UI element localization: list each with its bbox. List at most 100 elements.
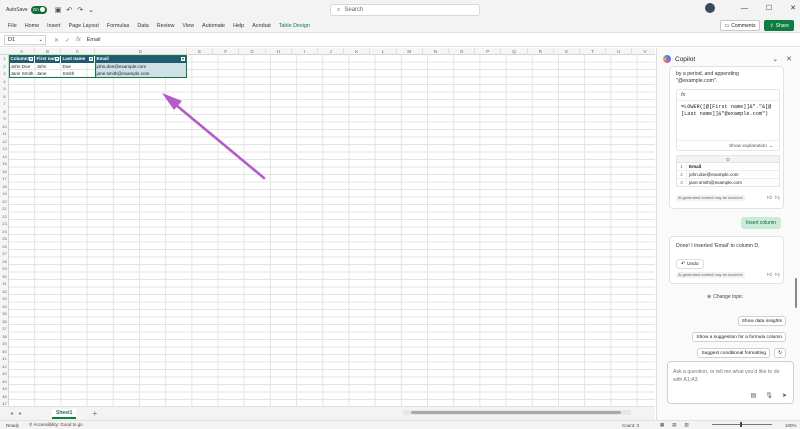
row-header[interactable]: 31: [0, 280, 9, 288]
enter-icon[interactable]: ✓: [65, 37, 70, 44]
tab-help[interactable]: Help: [233, 23, 244, 29]
normal-view-icon[interactable]: ▦: [660, 422, 664, 428]
zoom-level[interactable]: 100%: [785, 423, 797, 428]
row-header[interactable]: 45: [0, 385, 9, 393]
maximize-icon[interactable]: ☐: [766, 4, 772, 12]
row-header[interactable]: 33: [0, 295, 9, 303]
copilot-input[interactable]: Ask a question, or tell me what you'd li…: [667, 361, 794, 404]
sheet-tab[interactable]: Sheet1: [52, 408, 77, 419]
spreadsheet-grid[interactable]: ABCDEFGHIJKLMNOPQRSTUVWXY 12345678910111…: [0, 48, 655, 406]
next-sheet-icon[interactable]: ▸: [19, 410, 22, 417]
row-header[interactable]: 38: [0, 333, 9, 341]
tab-automate[interactable]: Automate: [202, 23, 225, 29]
row-header[interactable]: 20: [0, 198, 9, 206]
column-header[interactable]: C: [61, 48, 95, 55]
microphone-icon[interactable]: 🎙︎: [765, 392, 773, 399]
row-header[interactable]: 16: [0, 168, 9, 176]
share-button[interactable]: ⇪ Share: [764, 20, 794, 31]
refresh-suggestions-icon[interactable]: ↻: [773, 348, 786, 358]
row-header[interactable]: 11: [0, 130, 9, 138]
row-header[interactable]: 3: [0, 70, 9, 78]
panel-scrollbar[interactable]: [795, 278, 797, 308]
save-icon[interactable]: ▣: [55, 6, 62, 14]
accessibility-status[interactable]: ⚲ Accessibility: Good to go: [29, 422, 83, 428]
column-header[interactable]: B: [35, 48, 61, 55]
cell-grid[interactable]: [9, 55, 655, 406]
row-header[interactable]: 29: [0, 265, 9, 273]
cancel-icon[interactable]: ✕: [54, 37, 59, 44]
avatar[interactable]: [704, 3, 715, 13]
row-header[interactable]: 39: [0, 340, 9, 348]
row-header[interactable]: 41: [0, 355, 9, 363]
column-header[interactable]: N: [423, 48, 449, 55]
column-header[interactable]: L: [370, 48, 397, 55]
row-header[interactable]: 46: [0, 393, 9, 401]
undo-icon[interactable]: ↶: [66, 6, 72, 14]
column-header[interactable]: G: [239, 48, 266, 55]
column-header[interactable]: T: [580, 48, 607, 55]
column-header[interactable]: M: [397, 48, 423, 55]
column-header[interactable]: H: [266, 48, 292, 55]
search-box[interactable]: ⌕ Search: [330, 4, 480, 16]
zoom-slider[interactable]: [712, 424, 772, 425]
row-header[interactable]: 30: [0, 273, 9, 281]
row-header[interactable]: 42: [0, 363, 9, 371]
row-header[interactable]: 36: [0, 318, 9, 326]
row-header[interactable]: 1: [0, 55, 9, 63]
column-header[interactable]: R: [528, 48, 554, 55]
thumbs-up-icon[interactable]: 👍︎: [767, 272, 772, 278]
add-sheet-icon[interactable]: +: [92, 409, 97, 418]
chevron-down-icon[interactable]: ⌄: [772, 55, 778, 63]
column-header[interactable]: D: [95, 48, 187, 55]
row-header[interactable]: 23: [0, 220, 9, 228]
tab-view[interactable]: View: [182, 23, 194, 29]
column-header[interactable]: E: [187, 48, 214, 55]
row-header[interactable]: 21: [0, 205, 9, 213]
row-header[interactable]: 44: [0, 378, 9, 386]
suggestion-chip-insights[interactable]: Show data insights: [737, 316, 786, 326]
row-header[interactable]: 40: [0, 348, 9, 356]
column-header[interactable]: Q: [501, 48, 528, 55]
autosave-control[interactable]: AutoSave On: [6, 5, 47, 14]
row-header[interactable]: 35: [0, 310, 9, 318]
tab-insert[interactable]: Insert: [47, 23, 60, 29]
close-icon[interactable]: ✕: [790, 4, 796, 12]
row-header[interactable]: 6: [0, 93, 9, 101]
row-header[interactable]: 17: [0, 175, 9, 183]
page-break-icon[interactable]: ▥: [685, 422, 689, 428]
row-header[interactable]: 9: [0, 115, 9, 123]
change-topic-button[interactable]: ⊕ Change topic: [707, 294, 743, 300]
tab-home[interactable]: Home: [25, 23, 39, 29]
thumbs-down-icon[interactable]: 👎︎: [775, 272, 780, 278]
page-layout-icon[interactable]: ▤: [672, 422, 676, 428]
column-header[interactable]: F: [213, 48, 240, 55]
row-header[interactable]: 19: [0, 190, 9, 198]
undo-button[interactable]: ↶ Undo: [676, 259, 704, 269]
tab-acrobat[interactable]: Acrobat: [252, 23, 271, 29]
prompt-guide-icon[interactable]: ▤: [751, 392, 757, 399]
horizontal-scrollbar[interactable]: [403, 410, 631, 415]
row-header[interactable]: 10: [0, 123, 9, 131]
column-header[interactable]: P: [475, 48, 502, 55]
row-header[interactable]: 8: [0, 108, 9, 116]
row-header[interactable]: 12: [0, 138, 9, 146]
row-header[interactable]: 28: [0, 258, 9, 266]
row-header[interactable]: 15: [0, 160, 9, 168]
row-header[interactable]: 14: [0, 153, 9, 161]
tab-page-layout[interactable]: Page Layout: [69, 23, 99, 29]
thumbs-up-icon[interactable]: 👍︎: [767, 195, 772, 201]
zoom-slider-thumb[interactable]: [740, 422, 742, 427]
tab-review[interactable]: Review: [157, 23, 175, 29]
send-icon[interactable]: ➤: [782, 392, 787, 399]
row-header[interactable]: 25: [0, 235, 9, 243]
minimize-icon[interactable]: —: [741, 5, 748, 12]
suggestion-chip-formula[interactable]: Show a suggestion for a formula column: [692, 332, 786, 342]
insert-function-icon[interactable]: fx: [76, 37, 81, 44]
comments-button[interactable]: ▭ Comments: [719, 20, 761, 31]
thumbs-down-icon[interactable]: 👎︎: [775, 195, 780, 201]
row-header[interactable]: 26: [0, 243, 9, 251]
row-header[interactable]: 7: [0, 100, 9, 108]
row-header[interactable]: 5: [0, 85, 9, 93]
suggestion-chip-formatting[interactable]: Suggest conditional formatting: [697, 348, 770, 358]
row-header[interactable]: 32: [0, 288, 9, 296]
